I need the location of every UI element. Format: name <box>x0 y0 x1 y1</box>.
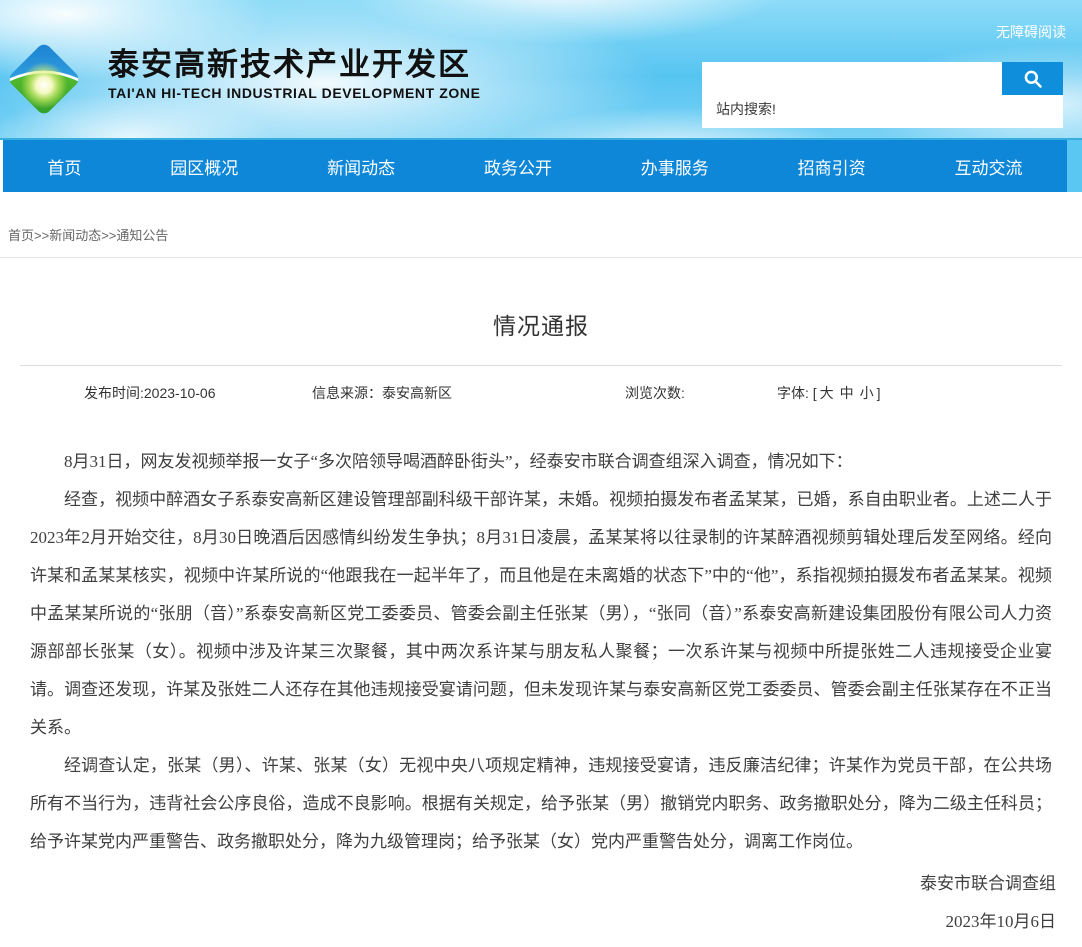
publish-time: 发布时间:2023-10-06 <box>84 383 216 403</box>
nav-item-investment[interactable]: 招商引资 <box>792 154 872 179</box>
search-icon <box>1023 69 1043 89</box>
info-source: 信息来源：泰安高新区 <box>312 383 452 403</box>
search-placeholder-text: 站内搜索! <box>716 99 776 119</box>
article-paragraph: 经调查认定，张某（男）、许某、张某（女）无视中央八项规定精神，违规接受宴请，违反… <box>30 747 1052 861</box>
view-count: 浏览次数: <box>625 383 685 403</box>
title-divider <box>20 365 1062 366</box>
nav-right-strip <box>1067 140 1082 192</box>
content-area: 首页>>新闻动态>>通知公告 情况通报 发布时间:2023-10-06 信息来源… <box>0 192 1082 947</box>
signature-date: 2023年10月6日 <box>0 903 1056 941</box>
nav-item-zone-overview[interactable]: 园区概况 <box>164 154 244 179</box>
breadcrumb: 首页>>新闻动态>>通知公告 <box>0 192 1082 244</box>
signature-name: 泰安市联合调查组 <box>0 865 1056 903</box>
breadcrumb-home[interactable]: 首页 <box>8 228 34 243</box>
page-bottom-spacer <box>0 941 1082 947</box>
font-size-large-button[interactable]: 大 <box>817 385 837 401</box>
accessibility-link[interactable]: 无障碍阅读 <box>996 22 1066 42</box>
view-count-label: 浏览次数: <box>625 385 685 401</box>
main-nav: 首页 园区概况 新闻动态 政务公开 办事服务 招商引资 互动交流 <box>3 140 1067 192</box>
font-size-medium-button[interactable]: 中 <box>837 385 857 401</box>
search-box: 站内搜索! <box>702 62 1063 128</box>
nav-item-home[interactable]: 首页 <box>41 154 87 179</box>
site-banner: 泰安高新技术产业开发区 TAI'AN HI-TECH INDUSTRIAL DE… <box>0 0 1082 140</box>
nav-item-interaction[interactable]: 互动交流 <box>948 154 1028 179</box>
breadcrumb-separator: >> <box>34 228 49 243</box>
info-source-value: 泰安高新区 <box>382 385 452 401</box>
breadcrumb-news[interactable]: 新闻动态 <box>49 228 101 243</box>
nav-item-gov-affairs[interactable]: 政务公开 <box>478 154 558 179</box>
site-title: 泰安高新技术产业开发区 TAI'AN HI-TECH INDUSTRIAL DE… <box>108 48 481 101</box>
font-size-control: 字体: [大中小] <box>777 383 881 403</box>
info-source-label: 信息来源： <box>312 385 382 401</box>
page: 泰安高新技术产业开发区 TAI'AN HI-TECH INDUSTRIAL DE… <box>0 0 1082 947</box>
nav-item-news[interactable]: 新闻动态 <box>321 154 401 179</box>
search-input[interactable] <box>702 62 1000 95</box>
main-nav-row: 首页 园区概况 新闻动态 政务公开 办事服务 招商引资 互动交流 <box>0 140 1082 192</box>
article-meta: 发布时间:2023-10-06 信息来源：泰安高新区 浏览次数: 字体: [大中… <box>0 383 1082 403</box>
search-button[interactable] <box>1002 62 1063 95</box>
site-title-en: TAI'AN HI-TECH INDUSTRIAL DEVELOPMENT ZO… <box>108 85 481 101</box>
article-paragraph: 8月31日，网友发视频举报一女子“多次陪领导喝酒醉卧街头”，经泰安市联合调查组深… <box>30 443 1052 481</box>
font-size-bracket-close: ] <box>877 385 881 401</box>
breadcrumb-notices[interactable]: 通知公告 <box>116 228 168 243</box>
site-logo-icon[interactable] <box>2 40 86 118</box>
font-size-small-button[interactable]: 小 <box>857 385 877 401</box>
article-paragraph: 经查，视频中醉酒女子系泰安高新区建设管理部副科级干部许某，未婚。视频拍摄发布者孟… <box>30 481 1052 747</box>
article-body: 8月31日，网友发视频举报一女子“多次陪领导喝酒醉卧街头”，经泰安市联合调查组深… <box>30 443 1052 861</box>
breadcrumb-separator: >> <box>101 228 116 243</box>
article-title: 情况通报 <box>0 310 1082 342</box>
font-size-label: 字体: <box>777 385 809 401</box>
breadcrumb-divider <box>0 257 1082 258</box>
site-title-cn: 泰安高新技术产业开发区 <box>108 48 481 82</box>
nav-item-services[interactable]: 办事服务 <box>635 154 715 179</box>
